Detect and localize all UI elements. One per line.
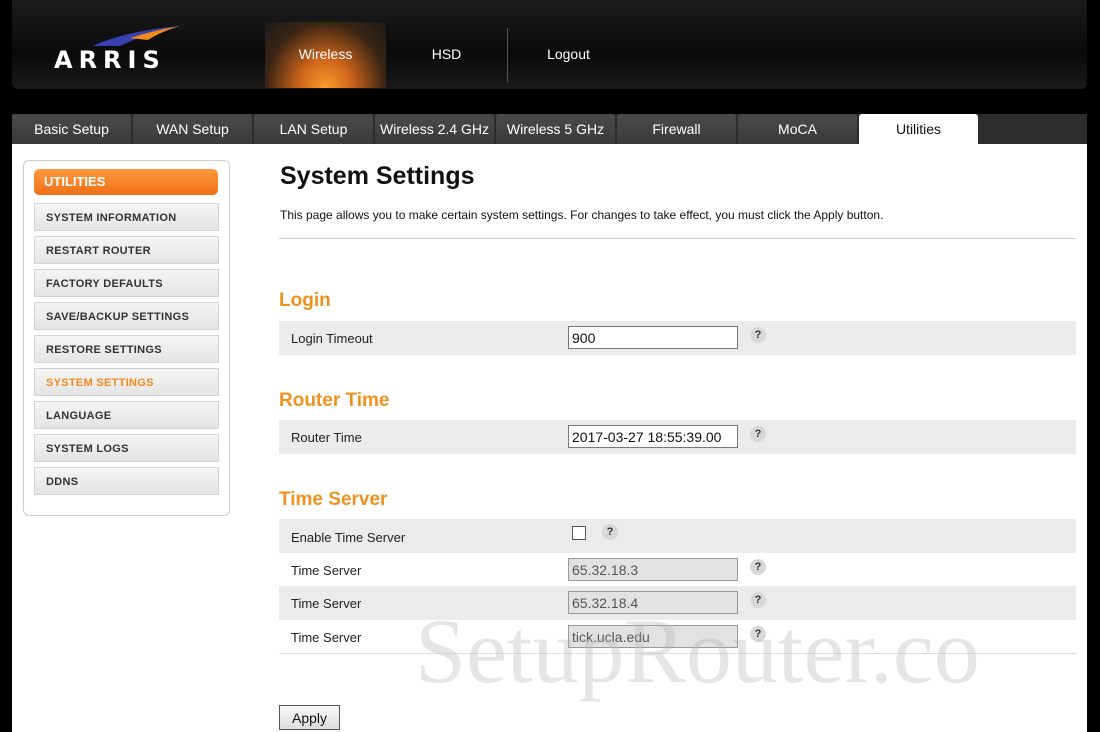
router-time-input[interactable]: [568, 425, 738, 448]
login-timeout-input[interactable]: [568, 326, 738, 349]
logo-swoosh-icon: [92, 26, 180, 46]
router-time-label: Router Time: [291, 430, 362, 445]
sidebar: UTILITIES SYSTEM INFORMATION RESTART ROU…: [23, 160, 230, 516]
time-server-label: Time Server: [291, 563, 362, 578]
login-timeout-label: Login Timeout: [291, 331, 373, 346]
page-description: This page allows you to make certain sys…: [280, 208, 884, 222]
enable-time-server-row: Enable Time Server ?: [279, 519, 1076, 553]
time-server-heading: Time Server: [279, 489, 388, 510]
content-area: UTILITIES SYSTEM INFORMATION RESTART ROU…: [12, 144, 1087, 732]
time-server-label: Time Server: [291, 596, 362, 611]
divider: [279, 238, 1076, 239]
top-nav-logout[interactable]: Logout: [508, 22, 629, 88]
sidebar-item-language[interactable]: LANGUAGE: [34, 401, 219, 429]
tab-lan-setup[interactable]: LAN Setup: [254, 114, 373, 144]
section-tabs: Basic Setup WAN Setup LAN Setup Wireless…: [12, 114, 1087, 144]
tab-wireless-24[interactable]: Wireless 2.4 GHz: [375, 114, 494, 144]
top-header: ARRIS Wireless HSD Logout: [12, 0, 1087, 89]
tab-utilities[interactable]: Utilities: [859, 114, 978, 144]
tab-firewall[interactable]: Firewall: [617, 114, 736, 144]
sidebar-list: SYSTEM INFORMATION RESTART ROUTER FACTOR…: [34, 203, 219, 500]
sidebar-item-restart-router[interactable]: RESTART ROUTER: [34, 236, 219, 264]
top-nav-hsd[interactable]: HSD: [386, 22, 507, 88]
page-title: System Settings: [280, 162, 475, 190]
time-server-row-1: Time Server ?: [279, 553, 1076, 587]
apply-button[interactable]: Apply: [279, 705, 340, 730]
sidebar-item-restore-settings[interactable]: RESTORE SETTINGS: [34, 335, 219, 363]
tab-basic-setup[interactable]: Basic Setup: [12, 114, 131, 144]
time-server-input-1[interactable]: [568, 558, 738, 581]
sidebar-item-save-backup[interactable]: SAVE/BACKUP SETTINGS: [34, 302, 219, 330]
top-nav-wireless[interactable]: Wireless: [265, 22, 386, 88]
sidebar-heading: UTILITIES: [34, 169, 218, 195]
sidebar-item-system-settings[interactable]: SYSTEM SETTINGS: [34, 368, 219, 396]
sidebar-item-factory-defaults[interactable]: FACTORY DEFAULTS: [34, 269, 219, 297]
help-icon[interactable]: ?: [750, 426, 766, 442]
time-server-label: Time Server: [291, 630, 362, 645]
help-icon[interactable]: ?: [750, 327, 766, 343]
help-icon[interactable]: ?: [602, 524, 618, 540]
login-timeout-row: Login Timeout ?: [279, 321, 1076, 355]
enable-time-server-label: Enable Time Server: [291, 530, 406, 545]
logo-text: ARRIS: [54, 46, 166, 74]
tab-wireless-5[interactable]: Wireless 5 GHz: [496, 114, 615, 144]
arris-logo: ARRIS: [54, 26, 184, 74]
router-time-heading: Router Time: [279, 390, 390, 411]
sidebar-item-system-information[interactable]: SYSTEM INFORMATION: [34, 203, 219, 231]
watermark-text: SetupRouter.co: [415, 600, 980, 702]
enable-time-server-checkbox[interactable]: [572, 526, 586, 540]
sidebar-item-system-logs[interactable]: SYSTEM LOGS: [34, 434, 219, 462]
help-icon[interactable]: ?: [750, 559, 766, 575]
tab-wan-setup[interactable]: WAN Setup: [133, 114, 252, 144]
top-nav: Wireless HSD Logout: [265, 22, 629, 88]
tab-moca[interactable]: MoCA: [738, 114, 857, 144]
sidebar-item-ddns[interactable]: DDNS: [34, 467, 219, 495]
login-heading: Login: [279, 290, 331, 311]
router-time-row: Router Time ?: [279, 420, 1076, 454]
